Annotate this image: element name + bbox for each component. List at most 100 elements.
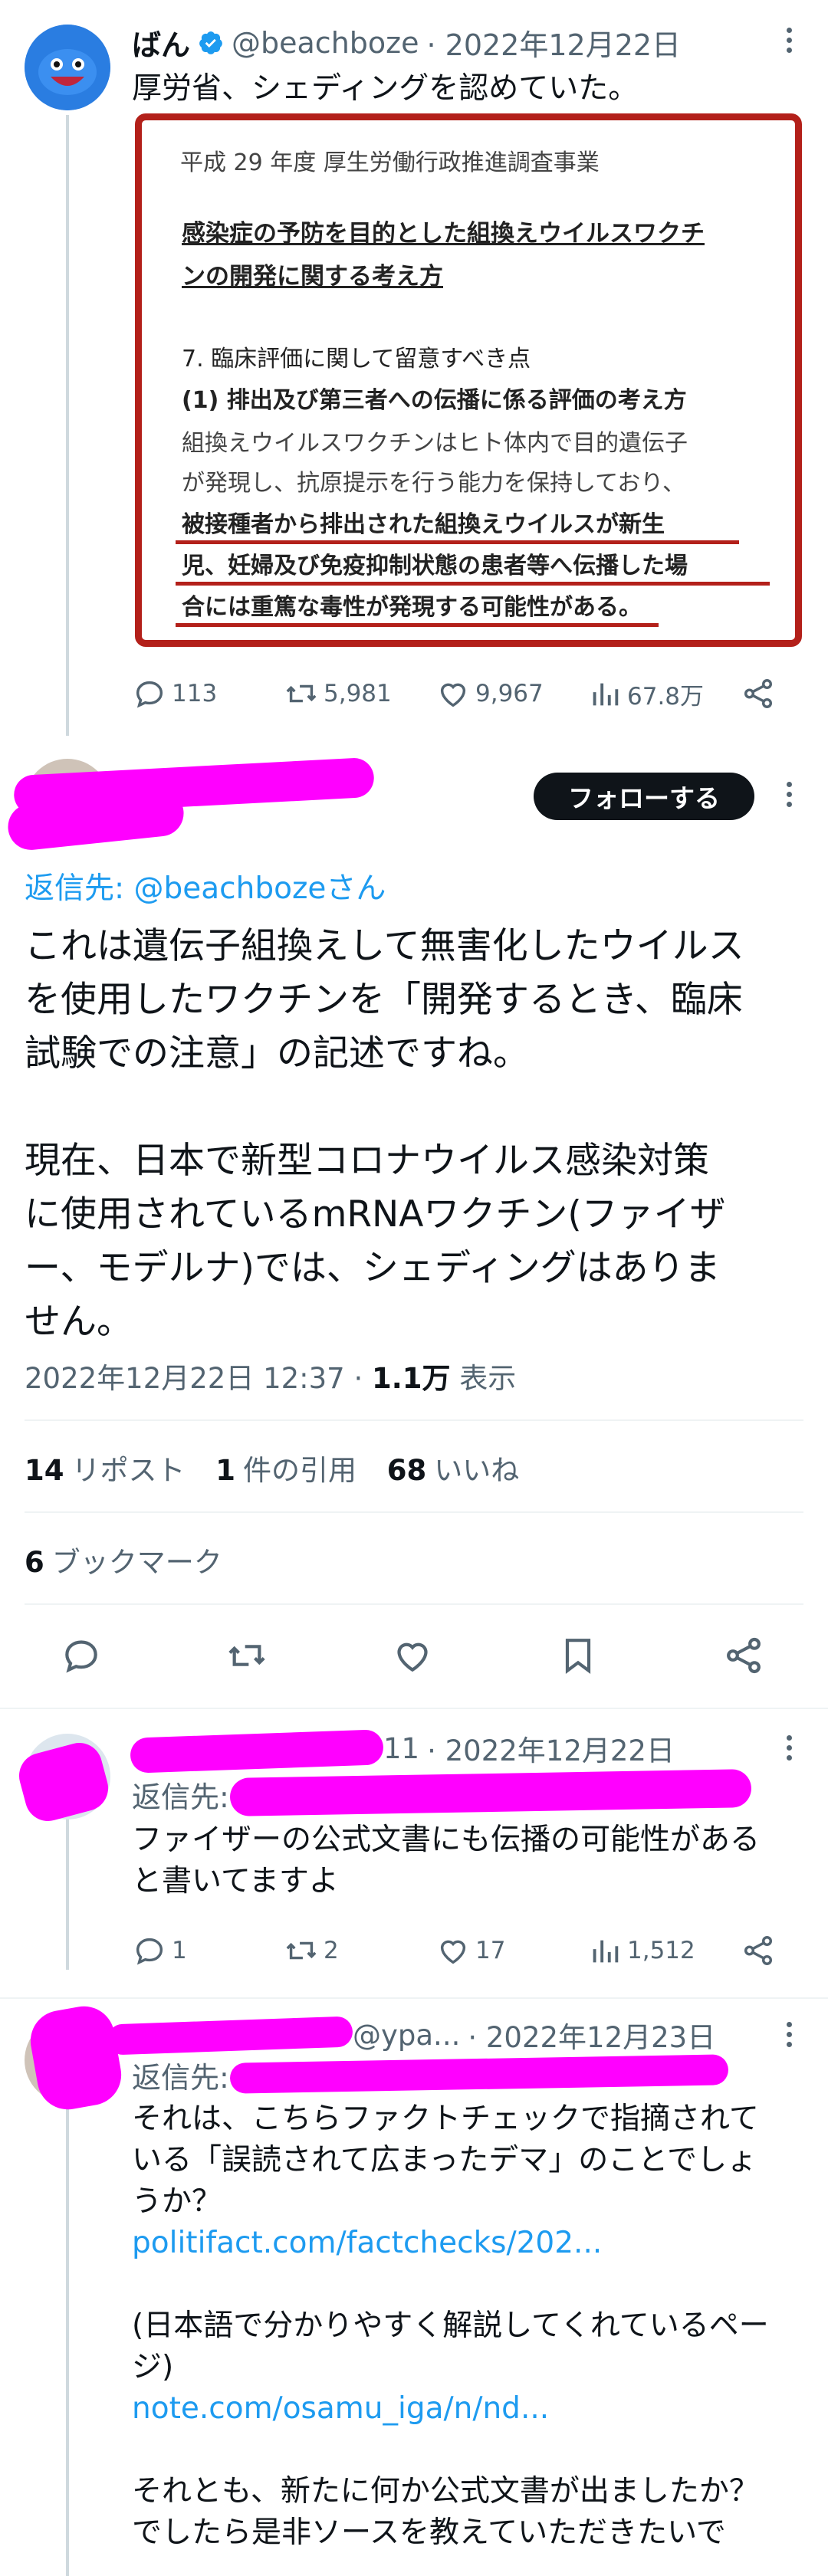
retweet-icon [286, 1941, 317, 1960]
doc-section: 7. 臨床評価に関して留意すべき点 [182, 346, 531, 372]
text-line: (日本語で分かりやすく解説してくれているペー [132, 2309, 769, 2343]
text-line: 現在、日本で新型コロナウイルス感染対策 [25, 1140, 709, 1182]
doc-body-line: 合には重篤な毒性が発現する可能性がある。 [182, 594, 642, 621]
tweet-date[interactable]: · 2022年12月22日 [426, 21, 681, 64]
verified-badge-icon [199, 31, 222, 54]
retweet-icon [228, 1645, 265, 1666]
follow-button[interactable]: フォローする [534, 773, 754, 820]
heart-icon [440, 683, 466, 707]
tweet-text: 厚労省、シェディングを認めていた。 [132, 71, 639, 106]
handle[interactable]: @ypa... [353, 2019, 460, 2052]
like-count: 9,967 [475, 680, 544, 707]
tweet-author-row: @ypa... · 2022年12月23日 [353, 2014, 715, 2056]
more-icon[interactable] [787, 28, 793, 57]
link-politifact[interactable]: politifact.com/factchecks/202... [132, 2223, 807, 2264]
reply-button[interactable]: 1 [132, 1933, 187, 1968]
divider [0, 1997, 828, 1999]
like-count: 17 [475, 1937, 506, 1964]
doc-subsection: (1) 排出及び第三者への伝播に係る評価の考え方 [182, 387, 687, 414]
thread-line [66, 2100, 69, 2576]
share-button[interactable] [722, 1634, 770, 1677]
doc-header: 平成 29 年度 厚生労働行政推進調査事業 [180, 149, 600, 176]
tweet-date[interactable]: · 2022年12月22日 [427, 1728, 675, 1769]
reply-button[interactable]: 113 [132, 676, 217, 711]
share-button[interactable] [741, 1933, 780, 1968]
text-line: を使用したワクチンを「開発するとき、臨床 [25, 979, 743, 1021]
handle[interactable]: @beachboze [232, 26, 419, 60]
more-icon[interactable] [787, 1735, 793, 1765]
reply-to-label: 返信先: [132, 2061, 229, 2095]
text-line: ー、モデルナ)では、シェディングはありま [25, 1247, 721, 1289]
engagement-stats: 14 リポスト 1 件の引用 68 いいね [25, 1447, 519, 1488]
text-line: ファイザーの公式文書にも伝播の可能性がある [132, 1823, 761, 1857]
doc-body-line: が発現し、抗原提示を行う能力を保持しており、 [182, 470, 685, 497]
text-line: これは遺伝子組換えして無害化したウイルス [25, 925, 744, 967]
reply-to-label[interactable]: 返信先: @beachbozeさん [25, 865, 386, 907]
reply-icon [65, 1640, 97, 1673]
main-tweet-text: これは遺伝子組換えして無害化したウイルス を使用したワクチンを「開発するとき、臨… [25, 920, 803, 1349]
display-name[interactable]: ばん [132, 21, 190, 64]
heart-icon [440, 1940, 466, 1964]
reposts-stat[interactable]: 14 リポスト [25, 1454, 186, 1487]
retweet-button[interactable]: 5,981 [284, 676, 392, 711]
share-icon [744, 1936, 773, 1965]
handle-tail[interactable]: 11 [383, 1732, 419, 1765]
doc-body-line: 児、妊婦及び免疫抑制状態の患者等へ伝播した場 [182, 553, 688, 579]
reply-to-label: 返信先: [132, 1780, 229, 1814]
text-line: に使用されているmRNAワクチン(ファイザ [25, 1193, 726, 1235]
views-button[interactable]: 67.8万 [587, 676, 704, 711]
bookmark-icon [565, 1639, 591, 1675]
tweet-author-row: 11 · 2022年12月22日 [383, 1728, 675, 1769]
redaction-scribble [25, 2001, 127, 2115]
redaction-scribble [107, 2016, 353, 2056]
retweet-count: 2 [324, 1937, 339, 1964]
text-line: 試験での注意」の記述ですね。 [25, 1032, 529, 1075]
document-image[interactable]: 平成 29 年度 厚生労働行政推進調査事業 感染症の予防を目的とした組換えウイル… [135, 113, 802, 647]
reply-text: それは、こちらファクトチェックで指摘されて いる「誤読されて広まったデマ」のこと… [132, 2099, 807, 2554]
divider [0, 1708, 828, 1709]
text-line: でしたら是非ソースを教えていただきたいで [132, 2515, 726, 2550]
thread-line [66, 115, 69, 736]
views-label: 表示 [450, 1362, 517, 1395]
text-line: いる「誤読されて広まったデマ」のことでしょ [132, 2143, 757, 2177]
link-note[interactable]: note.com/osamu_iga/n/nd... [132, 2388, 807, 2430]
more-icon[interactable] [787, 782, 793, 812]
views-button[interactable]: 1,512 [587, 1933, 695, 1968]
likes-stat[interactable]: 68 いいね [387, 1454, 520, 1487]
bookmarks-stat[interactable]: 6 ブックマーク [25, 1539, 222, 1580]
redaction-scribble [130, 1729, 384, 1774]
retweet-button[interactable] [225, 1634, 273, 1677]
doc-body-line: 被接種者から排出された組換えウイルスが新生 [182, 511, 665, 538]
like-button[interactable]: 9,967 [435, 676, 544, 711]
underline-mark [176, 582, 770, 586]
text-line: それとも、新たに何か公式文書が出ましたか？ [132, 2474, 759, 2509]
retweet-button[interactable]: 2 [284, 1933, 339, 1968]
quotes-stat[interactable]: 1 件の引用 [215, 1454, 356, 1487]
like-button[interactable]: 17 [435, 1933, 505, 1968]
doc-body-line: 組換えウイルスワクチンはヒト体内で目的遺伝子 [182, 430, 688, 457]
tweet-author-row: ばん @beachboze · 2022年12月22日 [132, 21, 681, 64]
views-chart-icon [593, 683, 619, 706]
retweet-icon [286, 684, 317, 703]
avatar[interactable] [25, 25, 110, 110]
reply-count: 113 [172, 680, 218, 707]
divider [25, 1419, 803, 1421]
text-line: せん。 [25, 1301, 133, 1343]
like-button[interactable] [391, 1634, 439, 1677]
text-line: と書いてますよ [132, 1864, 339, 1898]
views-count: 1,512 [627, 1937, 695, 1964]
tweet-date[interactable]: · 2022年12月23日 [468, 2014, 715, 2056]
share-icon [727, 1637, 761, 1674]
views-count: 1.1万 [372, 1362, 451, 1395]
text-line: ジ) [132, 2350, 174, 2384]
bookmark-button[interactable] [557, 1634, 604, 1677]
retweet-count: 5,981 [324, 680, 392, 707]
underline-mark [176, 623, 659, 627]
divider [25, 1511, 803, 1513]
reply-button[interactable] [60, 1634, 107, 1677]
underline-mark [176, 540, 739, 544]
more-icon[interactable] [787, 2022, 793, 2052]
share-button[interactable] [741, 676, 780, 711]
heart-icon [397, 1642, 428, 1672]
tweet-timestamp[interactable]: 2022年12月22日 12:37 · 1.1万 表示 [25, 1355, 516, 1396]
